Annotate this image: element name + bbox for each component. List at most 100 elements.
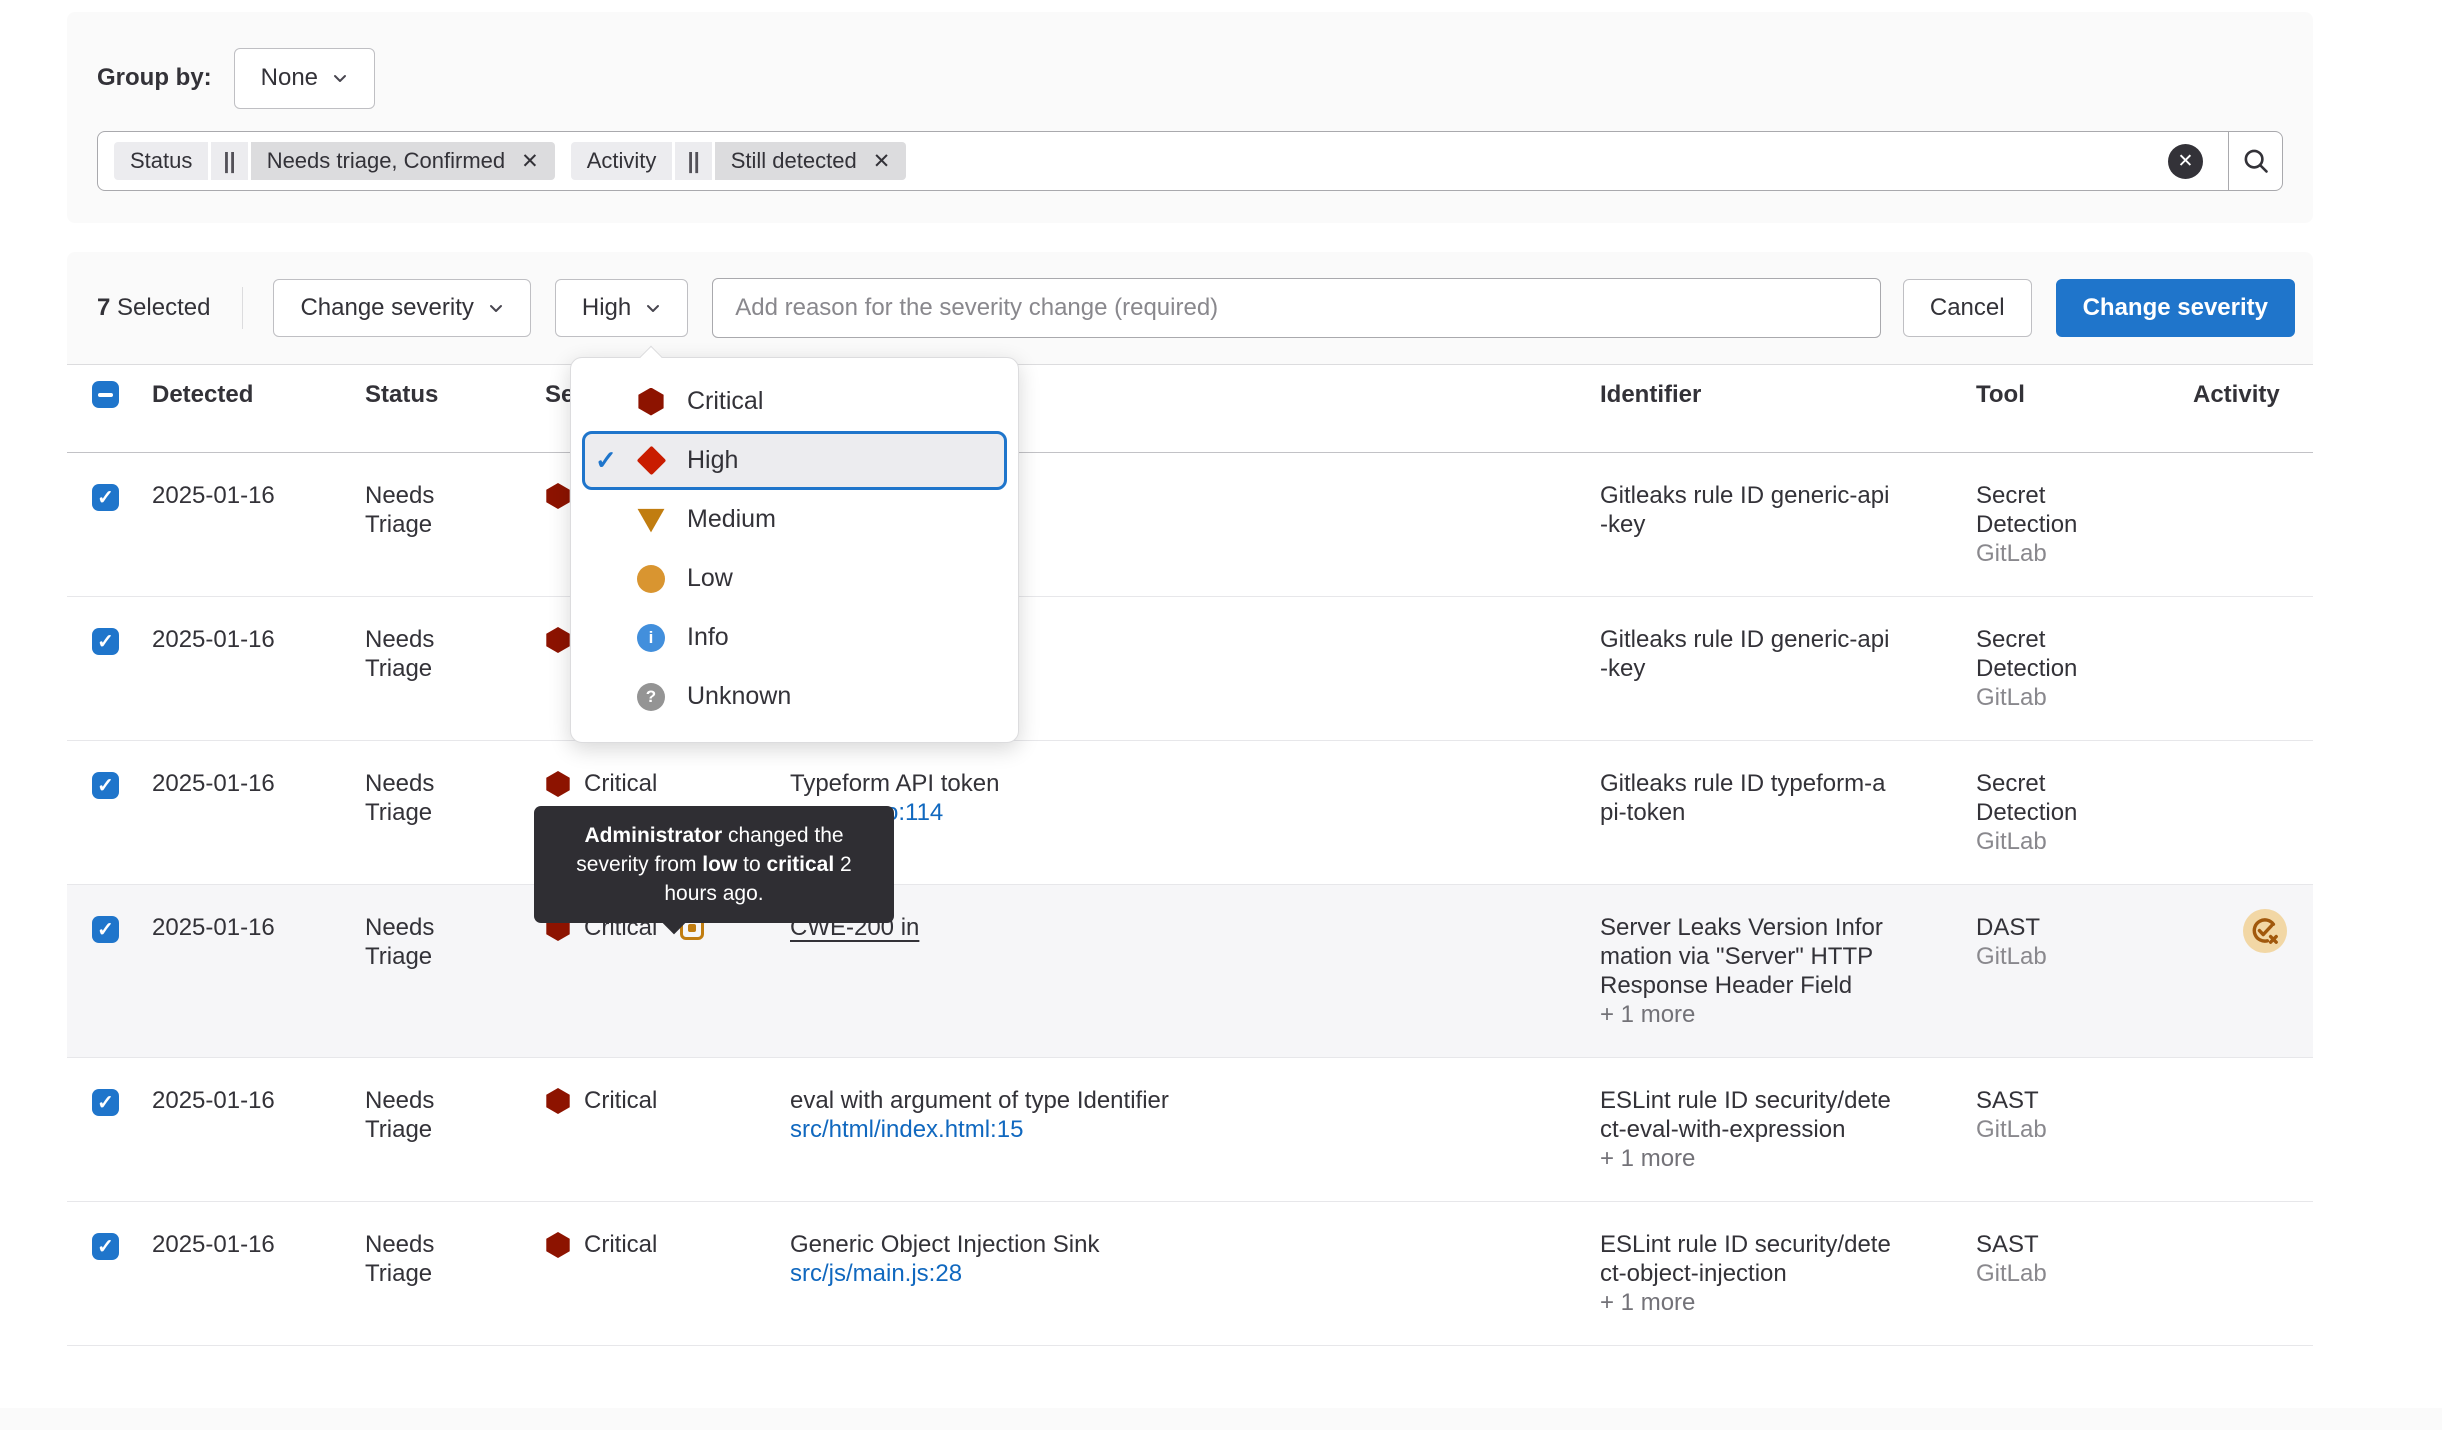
severity-change-reason-input[interactable]	[712, 278, 1881, 338]
change-severity-submit-button[interactable]: Change severity	[2056, 279, 2295, 337]
select-all-checkbox[interactable]: ✓	[92, 381, 119, 408]
vulnerability-location-link[interactable]: src/js/main.js:28	[790, 1259, 962, 1288]
magnifier-icon	[2241, 146, 2271, 176]
search-button[interactable]	[2228, 132, 2282, 190]
detected-date: 2025-01-16	[152, 1202, 365, 1287]
detected-date: 2025-01-16	[152, 1058, 365, 1143]
footer-strip	[0, 1408, 2442, 1430]
detected-date: 2025-01-16	[152, 453, 365, 538]
table-row: ✓ 2025-01-16 Needs Triage Critical Gitle…	[67, 453, 2313, 597]
header-detected[interactable]: Detected	[152, 380, 365, 437]
severity-menu-item-label: High	[687, 446, 738, 475]
filter-token-name[interactable]: Status	[114, 142, 208, 180]
status-label: Needs Triage	[365, 769, 465, 827]
filtered-search-bar[interactable]: Status || Needs triage, Confirmed ✕ Activ…	[97, 131, 2283, 191]
vulnerability-title[interactable]: Typeform API token	[790, 769, 1600, 798]
table-row: ✓ 2025-01-16 Needs Triage Critical CWE-2…	[67, 885, 2313, 1058]
row-checkbox[interactable]: ✓	[92, 772, 119, 799]
vulnerability-title[interactable]: CWE-200 in	[790, 913, 1600, 942]
detected-date: 2025-01-16	[152, 597, 365, 682]
identifier-text: Gitleaks rule ID typeform-api-token	[1600, 769, 1892, 827]
identifier-text: Gitleaks rule ID generic-api-key	[1600, 625, 1892, 683]
clear-filters-icon[interactable]: ✕	[2168, 144, 2203, 179]
filter-token-value[interactable]: Needs triage, Confirmed	[267, 148, 505, 174]
severity-menu-item[interactable]: ✓ i Info	[582, 608, 1007, 667]
severity-info-icon: i	[637, 624, 665, 652]
severity-label: Critical	[584, 1086, 657, 1115]
row-checkbox[interactable]: ✓	[92, 916, 119, 943]
row-checkbox[interactable]: ✓	[92, 484, 119, 511]
severity-critical-icon	[545, 1088, 571, 1114]
tool-name: SAST	[1976, 1230, 2136, 1259]
tool-vendor: GitLab	[1976, 942, 2193, 971]
header-activity: Activity	[2193, 380, 2313, 437]
status-label: Needs Triage	[365, 625, 465, 683]
tool-vendor: GitLab	[1976, 539, 2193, 568]
severity-menu-item[interactable]: ✓ Low	[582, 549, 1007, 608]
issue-created-still-detected-icon[interactable]	[2243, 909, 2287, 953]
severity-critical-icon	[545, 627, 571, 653]
severity-menu-item-label: Critical	[687, 387, 763, 416]
table-row: ✓ 2025-01-16 Needs Triage Critical eval …	[67, 1058, 2313, 1202]
row-checkbox[interactable]: ✓	[92, 1233, 119, 1260]
header-identifier: Identifier	[1600, 380, 1958, 437]
identifier-text: Server Leaks Version Information via "Se…	[1600, 913, 1892, 1000]
bulk-action-bar: 7 Selected Change severity High Cancel C…	[67, 252, 2313, 365]
change-severity-dropdown[interactable]: Change severity	[273, 279, 530, 337]
row-checkbox[interactable]: ✓	[92, 1089, 119, 1116]
identifier-text: Gitleaks rule ID generic-api-key	[1600, 481, 1892, 539]
tool-name: Secret Detection	[1976, 769, 2136, 827]
token-close-icon[interactable]: ✕	[873, 149, 891, 174]
token-close-icon[interactable]: ✕	[521, 149, 539, 174]
status-label: Needs Triage	[365, 1086, 465, 1144]
severity-critical-icon	[637, 388, 665, 416]
divider	[242, 287, 243, 329]
tool-vendor: GitLab	[1976, 1115, 2193, 1144]
vulnerability-location-link[interactable]: src/html/index.html:15	[790, 1115, 1023, 1144]
tool-name: Secret Detection	[1976, 625, 2136, 683]
severity-label: Critical	[584, 769, 657, 798]
table-header: ✓ Detected Status Severity Identifier To…	[67, 365, 2313, 453]
tooltip-text: Administrator changed the severity from …	[576, 824, 851, 905]
tool-name: Secret Detection	[1976, 481, 2136, 539]
severity-dropdown-menu: ✓ Critical ✓ High ✓ Medium ✓ Low ✓ i Inf…	[570, 357, 1019, 743]
tool-name: SAST	[1976, 1086, 2136, 1115]
group-by-label: Group by:	[97, 64, 212, 92]
severity-low-icon	[637, 565, 665, 593]
tool-vendor: GitLab	[1976, 827, 2193, 856]
severity-menu-item[interactable]: ✓ Critical	[582, 372, 1007, 431]
severity-menu-item-label: Low	[687, 564, 733, 593]
status-label: Needs Triage	[365, 1230, 465, 1288]
filter-panel: Group by: None Status || Needs triage, C…	[67, 12, 2313, 223]
vulnerability-title[interactable]: eval with argument of type Identifier	[790, 1086, 1600, 1115]
vulnerability-title[interactable]: Generic Object Injection Sink	[790, 1230, 1600, 1259]
tool-vendor: GitLab	[1976, 683, 2193, 712]
tool-name: DAST	[1976, 913, 2136, 942]
identifier-text: ESLint rule ID security/detect-eval-with…	[1600, 1086, 1892, 1144]
identifier-text: ESLint rule ID security/detect-object-in…	[1600, 1230, 1892, 1288]
severity-value-dropdown[interactable]: High	[555, 279, 688, 337]
tool-vendor: GitLab	[1976, 1259, 2193, 1288]
detected-date: 2025-01-16	[152, 885, 365, 970]
table-row: ✓ 2025-01-16 Needs Triage Critical Gener…	[67, 1202, 2313, 1346]
filter-token[interactable]: Status || Needs triage, Confirmed ✕	[114, 142, 555, 180]
identifier-more: + 1 more	[1600, 1144, 1958, 1173]
cancel-button[interactable]: Cancel	[1903, 279, 2032, 337]
status-label: Needs Triage	[365, 913, 465, 971]
group-by-dropdown[interactable]: None	[234, 48, 375, 109]
filter-token-name[interactable]: Activity	[571, 142, 673, 180]
filter-token[interactable]: Activity || Still detected ✕	[571, 142, 907, 180]
header-tool: Tool	[1958, 380, 2193, 437]
identifier-more: + 1 more	[1600, 1000, 1958, 1029]
chevron-down-icon	[488, 300, 504, 316]
severity-menu-item[interactable]: ✓ Medium	[582, 490, 1007, 549]
severity-menu-item[interactable]: ✓ ? Unknown	[582, 667, 1007, 726]
table-row: ✓ 2025-01-16 Needs Triage Critical Gitle…	[67, 597, 2313, 741]
row-checkbox[interactable]: ✓	[92, 628, 119, 655]
severity-menu-item-label: Medium	[687, 505, 776, 534]
filter-token-value[interactable]: Still detected	[731, 148, 857, 174]
filter-token-operator[interactable]: ||	[211, 142, 247, 180]
severity-menu-item[interactable]: ✓ High	[582, 431, 1007, 490]
severity-menu-item-label: Info	[687, 623, 729, 652]
filter-token-operator[interactable]: ||	[675, 142, 711, 180]
